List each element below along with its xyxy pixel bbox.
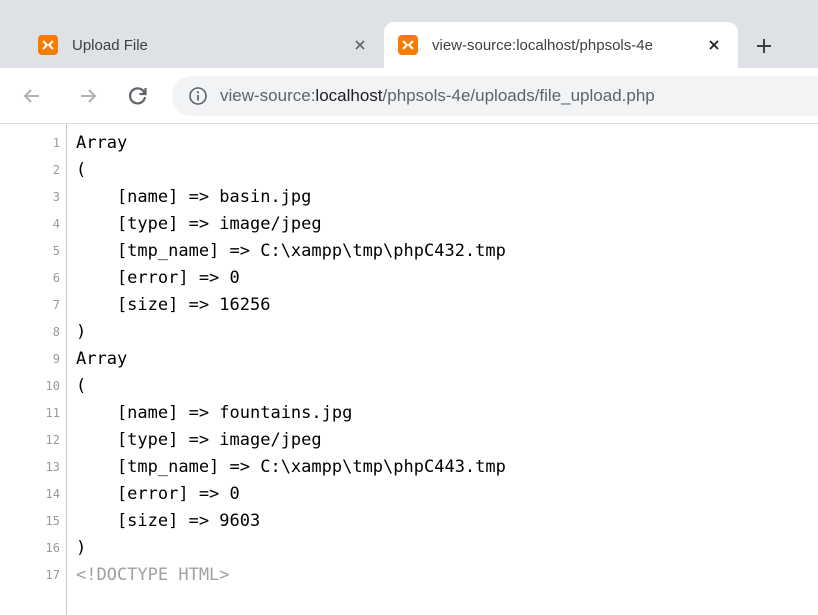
forward-arrow-icon	[81, 89, 97, 103]
source-line: 9 Array	[0, 346, 818, 373]
source-line: 15 [size] => 9603	[0, 508, 818, 535]
close-tab-button[interactable]	[350, 35, 370, 55]
source-line: 12 [type] => image/jpeg	[0, 427, 818, 454]
line-content: <!DOCTYPE HTML>	[76, 565, 230, 585]
line-content: [type] => image/jpeg	[76, 214, 322, 234]
url-host: localhost	[315, 86, 383, 105]
line-content: )	[76, 538, 87, 558]
line-number: 14	[45, 487, 60, 501]
line-content: [size] => 9603	[76, 511, 261, 531]
reload-button[interactable]	[124, 82, 152, 110]
source-line: 14 [error] => 0	[0, 481, 818, 508]
xampp-icon	[38, 35, 58, 55]
tab-view-source[interactable]: view-source:localhost/phpsols-4e	[384, 22, 738, 68]
close-tab-button[interactable]	[704, 35, 724, 55]
line-number: 9	[52, 352, 60, 366]
line-content: Array	[76, 133, 128, 153]
xampp-icon	[398, 35, 418, 55]
line-number: 17	[45, 568, 60, 582]
source-line: 8)	[0, 319, 818, 346]
back-arrow-icon	[23, 89, 39, 103]
source-line: 7 [size] => 16256	[0, 292, 818, 319]
url-path: /phpsols-4e/uploads/file_upload.php	[382, 86, 655, 105]
tab-upload-file[interactable]: Upload File	[24, 22, 384, 68]
browser-toolbar: view-source:localhost/phpsols-4e/uploads…	[0, 68, 818, 124]
url-prefix: view-source:	[220, 86, 316, 105]
source-line: 11 [name] => fountains.jpg	[0, 400, 818, 427]
source-line: 4 [type] => image/jpeg	[0, 211, 818, 238]
plus-icon	[757, 39, 771, 53]
reload-icon	[128, 87, 147, 105]
line-number: 11	[45, 406, 60, 420]
page-source-view: 1 Array 2(3 [name] => basin.jpg 4 [type] =>…	[0, 124, 818, 615]
line-content: [size] => 16256	[76, 295, 271, 315]
source-line: 6 [error] => 0	[0, 265, 818, 292]
line-content: [error] => 0	[76, 268, 240, 288]
address-bar[interactable]: view-source:localhost/phpsols-4e/uploads…	[172, 76, 818, 116]
line-number: 13	[45, 460, 60, 474]
forward-button[interactable]	[74, 82, 102, 110]
info-icon[interactable]	[188, 86, 208, 106]
line-content: [error] => 0	[76, 484, 240, 504]
line-number: 10	[45, 379, 60, 393]
line-content: (	[76, 160, 87, 180]
tab-title: Upload File	[72, 36, 148, 54]
line-number: 8	[52, 325, 60, 339]
close-icon	[709, 40, 719, 50]
url-text: view-source:localhost/phpsols-4e/uploads…	[220, 86, 655, 106]
close-icon	[355, 40, 365, 50]
tab-strip: Upload File view-source:localhost/phpsol…	[0, 0, 818, 68]
line-content: [name] => basin.jpg	[76, 187, 312, 207]
line-number: 15	[45, 514, 60, 528]
line-content: )	[76, 322, 87, 342]
back-button[interactable]	[18, 82, 46, 110]
line-content: [type] => image/jpeg	[76, 430, 322, 450]
line-number: 16	[45, 541, 60, 555]
line-number: 2	[52, 163, 60, 177]
source-line: 17 <!DOCTYPE HTML>	[0, 562, 818, 589]
source-line: 5 [tmp_name] => C:\xampp\tmp\phpC432.tmp	[0, 238, 818, 265]
line-content: (	[76, 376, 87, 396]
line-content: [name] => fountains.jpg	[76, 403, 353, 423]
line-number: 5	[52, 244, 60, 258]
line-number: 3	[52, 190, 60, 204]
line-number: 4	[52, 217, 60, 231]
source-line: 16)	[0, 535, 818, 562]
line-content: [tmp_name] => C:\xampp\tmp\phpC432.tmp	[76, 241, 506, 261]
new-tab-button[interactable]	[752, 34, 776, 58]
line-number: 6	[52, 271, 60, 285]
line-content: Array	[76, 349, 128, 369]
line-number: 7	[52, 298, 60, 312]
source-line: 2(	[0, 157, 818, 184]
source-line: 3 [name] => basin.jpg	[0, 184, 818, 211]
source-line: 10 (	[0, 373, 818, 400]
tab-title: view-source:localhost/phpsols-4e	[432, 36, 653, 54]
line-content: [tmp_name] => C:\xampp\tmp\phpC443.tmp	[76, 457, 506, 477]
source-line: 1 Array	[0, 130, 818, 157]
line-number: 12	[45, 433, 60, 447]
source-line: 13 [tmp_name] => C:\xampp\tmp\phpC443.tm…	[0, 454, 818, 481]
line-number: 1	[52, 136, 60, 150]
